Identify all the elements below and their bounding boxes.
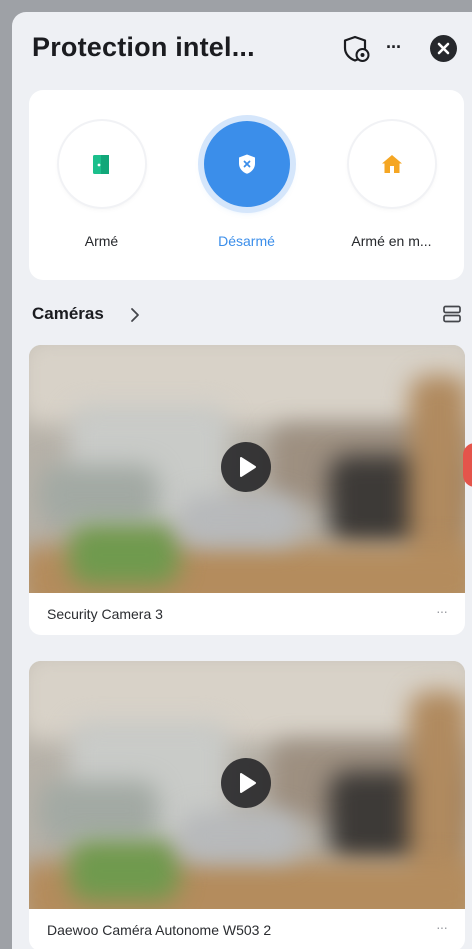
- mode-armed[interactable]: Armé: [29, 90, 174, 280]
- camera-more-button[interactable]: ···: [436, 919, 448, 935]
- close-button[interactable]: [430, 35, 457, 62]
- camera-card[interactable]: Security Camera 3 ···: [29, 345, 465, 635]
- edge-indicator: [463, 443, 472, 487]
- play-icon: [240, 773, 256, 793]
- mode-home-armed-button[interactable]: [349, 121, 435, 207]
- mode-home-armed-label: Armé en m...: [351, 233, 432, 249]
- shield-x-icon: [239, 154, 255, 174]
- door-icon: [93, 155, 109, 174]
- home-icon: [382, 155, 402, 173]
- camera-name: Daewoo Caméra Autonome W503 2: [47, 922, 272, 938]
- mode-home-armed[interactable]: Armé en m...: [319, 90, 464, 280]
- play-icon: [240, 457, 256, 477]
- mode-disarmed-button[interactable]: [204, 121, 290, 207]
- mode-disarmed-label: Désarmé: [218, 233, 275, 249]
- smart-protection-panel: Protection intel... ··· Armé Désarmé Arm…: [12, 12, 472, 949]
- security-mode-selector: Armé Désarmé Armé en m...: [29, 90, 464, 280]
- play-button[interactable]: [221, 442, 271, 492]
- play-button[interactable]: [221, 758, 271, 808]
- mode-disarmed[interactable]: Désarmé: [174, 90, 319, 280]
- camera-name: Security Camera 3: [47, 606, 163, 622]
- camera-card[interactable]: Daewoo Caméra Autonome W503 2 ···: [29, 661, 465, 949]
- close-icon: [437, 42, 450, 55]
- chevron-right-icon[interactable]: [128, 306, 142, 324]
- camera-more-button[interactable]: ···: [436, 603, 448, 619]
- shield-settings-icon[interactable]: [342, 34, 372, 64]
- mode-armed-button[interactable]: [59, 121, 145, 207]
- more-options-button[interactable]: ···: [386, 36, 408, 60]
- layout-toggle-icon[interactable]: [442, 304, 462, 324]
- cameras-section-header[interactable]: Caméras: [32, 302, 462, 328]
- cameras-section-title[interactable]: Caméras: [32, 304, 104, 324]
- page-title: Protection intel...: [32, 32, 255, 62]
- camera-preview[interactable]: [29, 345, 465, 593]
- camera-preview[interactable]: [29, 661, 465, 909]
- mode-armed-label: Armé: [84, 233, 119, 249]
- panel-header: Protection intel... ···: [12, 12, 472, 90]
